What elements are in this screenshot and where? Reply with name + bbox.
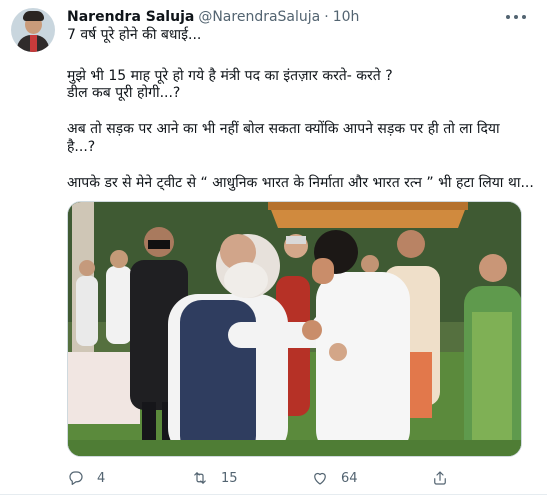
retweet-icon bbox=[194, 472, 206, 484]
author-name[interactable]: Narendra Saluja bbox=[67, 9, 194, 25]
tweet[interactable]: Narendra Saluja @NarendraSaluja · 10h 7 … bbox=[0, 0, 547, 495]
more-dots-icon[interactable] bbox=[506, 10, 526, 24]
tweet-photo[interactable] bbox=[67, 201, 522, 457]
tweet-text-line-1: 7 वर्ष पूरे होने की बधाई... bbox=[67, 27, 202, 43]
retweet-count: 15 bbox=[221, 470, 238, 486]
tweet-text-line-5: है...? bbox=[67, 139, 96, 155]
tweet-text-line-3: डील कब पूरी होगी...? bbox=[67, 85, 181, 101]
photo-illustration bbox=[68, 202, 521, 456]
heart-icon bbox=[314, 472, 326, 485]
reply-button[interactable]: 4 bbox=[67, 467, 105, 489]
avatar-hair bbox=[23, 11, 44, 21]
separator-dot: · bbox=[324, 9, 329, 25]
share-icon bbox=[434, 471, 446, 485]
avatar[interactable] bbox=[11, 8, 55, 52]
reply-count: 4 bbox=[97, 470, 106, 486]
tweet-text-line-6: आपके डर से मेने ट्वीट से “ आधुनिक भारत क… bbox=[67, 175, 534, 191]
share-button[interactable] bbox=[431, 467, 461, 489]
reply-icon bbox=[69, 471, 83, 485]
retweet-button[interactable]: 15 bbox=[191, 467, 238, 489]
like-count: 64 bbox=[341, 470, 358, 486]
like-button[interactable]: 64 bbox=[311, 467, 358, 489]
tweet-text-line-4: अब तो सड़क पर आने का भी नहीं बोल सकता क्… bbox=[67, 121, 500, 137]
tweet-actions: 4 15 64 bbox=[67, 467, 522, 489]
avatar-accent bbox=[30, 35, 37, 52]
tweet-timestamp[interactable]: 10h bbox=[333, 9, 360, 25]
author-handle[interactable]: @NarendraSaluja bbox=[198, 9, 320, 25]
